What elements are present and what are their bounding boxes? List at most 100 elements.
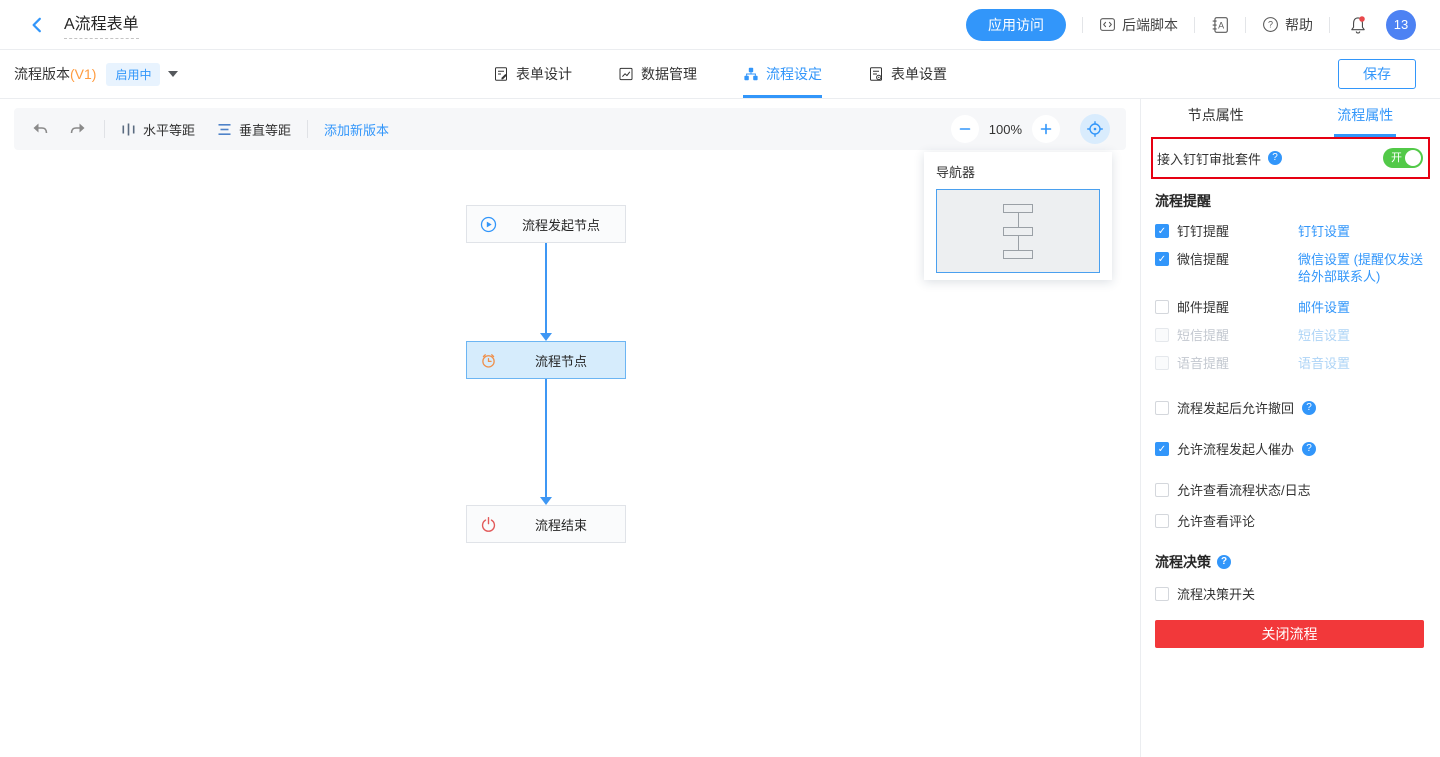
reminder-label[interactable]: 邮件提醒 [1177,299,1298,316]
checkbox-checked[interactable] [1155,224,1169,238]
zoom-controls: 100% [951,114,1110,144]
toggle-knob [1405,150,1421,166]
checkbox-unchecked[interactable] [1155,300,1169,314]
flow-canvas[interactable]: 水平等距 垂直等距 添加新版本 100% [0,99,1140,757]
zoom-out-button[interactable] [951,115,979,143]
reminder-row-email: 邮件提醒 邮件设置 [1155,299,1424,316]
tab-label: 表单设置 [891,64,947,84]
main-area: 水平等距 垂直等距 添加新版本 100% [0,99,1440,757]
undo-icon [30,119,50,139]
divider [1194,17,1195,33]
help-question-icon[interactable]: ? [1302,401,1316,415]
navigator-minimap[interactable] [936,189,1100,273]
tab-label: 表单设计 [516,64,572,84]
checkbox-checked[interactable] [1155,442,1169,456]
checkbox-unchecked[interactable] [1155,514,1169,528]
minimap-node [1003,250,1033,259]
version-label: 流程版本 [14,64,70,84]
dingtalk-suite-label: 接入钉钉审批套件 [1157,149,1261,168]
help-question-icon[interactable]: ? [1268,151,1282,165]
option-label[interactable]: 允许查看流程状态/日志 [1177,480,1311,499]
play-circle-icon [480,216,497,233]
option-label[interactable]: 流程决策开关 [1177,584,1255,603]
option-label[interactable]: 允许查看评论 [1177,511,1255,530]
tab-node-properties[interactable]: 节点属性 [1141,99,1291,137]
tab-flow-properties[interactable]: 流程属性 [1291,99,1440,137]
arrow-down-icon [540,497,552,505]
header-actions: 应用访问 后端脚本 A ? 帮助 [966,9,1416,41]
help-label: 帮助 [1285,15,1313,35]
svg-text:A: A [1218,20,1224,30]
avatar[interactable]: 13 [1386,10,1416,40]
horizontal-distribute-button[interactable]: 水平等距 [121,120,195,139]
tab-form-settings[interactable]: 表单设置 [868,50,947,98]
close-flow-button[interactable]: 关闭流程 [1155,620,1424,648]
vertical-distribute-button[interactable]: 垂直等距 [217,120,291,139]
minimap-flow-preview [1003,204,1033,259]
back-button[interactable] [26,14,48,36]
svg-text:?: ? [1268,20,1273,30]
redo-button[interactable] [68,119,88,139]
zoom-in-button[interactable] [1032,115,1060,143]
option-view-comments: 允许查看评论 [1155,511,1424,530]
flow-node-end[interactable]: 流程结束 [466,505,626,543]
toggle-on-label: 开 [1391,151,1402,165]
notification-button[interactable] [1348,15,1368,35]
dingtalk-suite-toggle[interactable]: 开 [1383,148,1423,168]
help-question-icon[interactable]: ? [1217,555,1231,569]
back-chevron-icon [28,16,46,34]
version-dropdown-caret-icon[interactable] [168,71,178,77]
form-design-icon [493,66,509,82]
decision-title-text: 流程决策 [1155,552,1211,572]
reminder-label: 短信提醒 [1177,327,1298,344]
email-settings-link[interactable]: 邮件设置 [1298,299,1424,316]
divider [1082,17,1083,33]
reminder-row-wechat: 微信提醒 微信设置 (提醒仅发送给外部联系人) [1155,251,1424,285]
backend-script-label: 后端脚本 [1122,15,1178,35]
backend-script-button[interactable]: 后端脚本 [1099,15,1178,35]
navigator-title: 导航器 [936,162,1100,181]
divider [1329,17,1330,33]
tab-data-management[interactable]: 数据管理 [618,50,697,98]
reminder-label[interactable]: 微信提醒 [1177,251,1298,268]
sidebar-tabs: 节点属性 流程属性 [1141,99,1440,137]
checkbox-unchecked[interactable] [1155,401,1169,415]
minimap-node [1003,204,1033,213]
minimap-connector [1018,236,1019,250]
option-label[interactable]: 允许流程发起人催办 [1177,439,1294,458]
option-label[interactable]: 流程发起后允许撤回 [1177,398,1294,417]
horizontal-distribute-icon [121,122,136,137]
reminder-label[interactable]: 钉钉提醒 [1177,223,1298,240]
power-icon [480,516,497,533]
reminder-row-voice: 语音提醒 语音设置 [1155,355,1424,372]
help-button[interactable]: ? 帮助 [1262,15,1313,35]
sidebar-content: 流程提醒 钉钉提醒 钉钉设置 微信提醒 微信设置 (提醒仅发送给外部联系人) [1141,179,1440,648]
flow-node-process[interactable]: 流程节点 [466,341,626,379]
fit-view-button[interactable] [1080,114,1110,144]
save-button[interactable]: 保存 [1338,59,1416,89]
undo-button[interactable] [30,119,50,139]
plus-icon [1039,122,1053,136]
properties-sidebar: 节点属性 流程属性 接入钉钉审批套件 ? 开 流程提醒 钉钉提醒 钉钉设置 [1140,99,1440,757]
wechat-settings-link[interactable]: 微信设置 (提醒仅发送给外部联系人) [1298,251,1424,285]
checkbox-unchecked[interactable] [1155,587,1169,601]
help-question-icon[interactable]: ? [1302,442,1316,456]
tab-flow-setting[interactable]: 流程设定 [743,50,822,98]
add-new-version-link[interactable]: 添加新版本 [324,120,389,139]
divider [1245,17,1246,33]
node-label: 流程发起节点 [497,215,625,234]
status-badge[interactable]: 启用中 [106,63,160,86]
checkbox-checked[interactable] [1155,252,1169,266]
checkbox-unchecked[interactable] [1155,483,1169,497]
app-access-button[interactable]: 应用访问 [966,9,1066,41]
reminder-row-dingtalk: 钉钉提醒 钉钉设置 [1155,223,1424,240]
reminder-section-title: 流程提醒 [1155,191,1424,211]
address-book-button[interactable]: A [1211,16,1229,34]
option-decision-switch: 流程决策开关 [1155,584,1424,603]
flow-connector [545,243,547,333]
checkbox-disabled [1155,356,1169,370]
reminder-list: 钉钉提醒 钉钉设置 微信提醒 微信设置 (提醒仅发送给外部联系人) 邮件提醒 邮… [1155,223,1424,372]
tab-form-design[interactable]: 表单设计 [493,50,572,98]
flow-node-start[interactable]: 流程发起节点 [466,205,626,243]
dingtalk-settings-link[interactable]: 钉钉设置 [1298,223,1424,240]
